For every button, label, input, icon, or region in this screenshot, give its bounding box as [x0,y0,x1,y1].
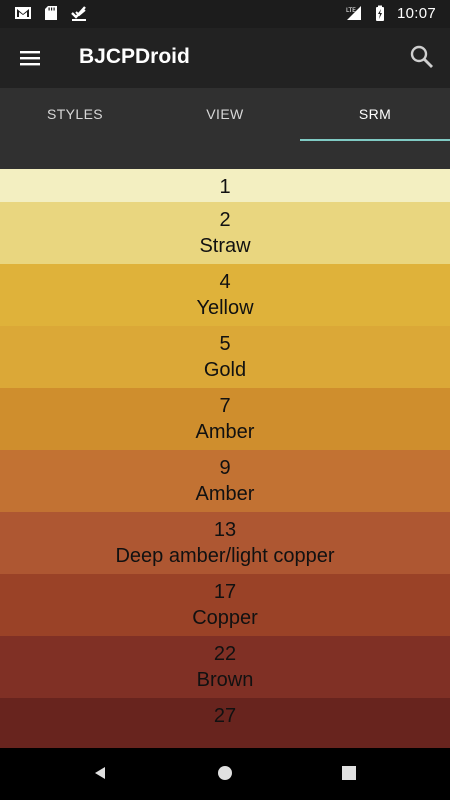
tab-view[interactable]: VIEW [150,88,300,141]
home-circle-icon[interactable] [217,765,233,781]
srm-swatch-27: 27 [0,698,450,748]
status-bar: LTE 10:07 [0,0,450,28]
battery-charging-icon [375,5,384,21]
srm-color-name: Amber [195,421,255,443]
srm-scroll-area[interactable]: 1 2 Straw 4 Yellow 5 Gold 7 Amber 9 Ambe… [0,141,450,748]
srm-value: 4 [219,271,231,293]
search-icon[interactable] [408,43,436,71]
srm-color-name: Amber [195,483,255,505]
app-bar: BJCPDroid [0,28,450,88]
app-title: BJCPDroid [79,45,190,68]
navigation-bar [0,748,450,800]
srm-value: 1 [219,176,231,198]
srm-color-name: Copper [192,607,258,629]
srm-swatch-1: 1 [0,169,450,202]
srm-list: 1 2 Straw 4 Yellow 5 Gold 7 Amber 9 Ambe… [0,169,450,748]
srm-value: 17 [213,581,237,603]
srm-swatch-13: 13 Deep amber/light copper [0,512,450,574]
status-time: 10:07 [396,4,436,22]
srm-value: 27 [213,705,237,727]
notification-icons [14,4,88,22]
tab-bar: STYLES VIEW SRM [0,88,450,141]
srm-color-name: Gold [203,359,247,381]
back-triangle-icon[interactable] [92,765,108,781]
srm-value: 2 [219,209,231,231]
srm-swatch-5: 5 Gold [0,326,450,388]
recents-square-icon[interactable] [342,766,356,780]
srm-color-name: Yellow [196,297,254,319]
srm-color-name: Brown [196,669,254,691]
srm-swatch-9: 9 Amber [0,450,450,512]
srm-value: 13 [213,519,237,541]
lte-signal-icon: LTE [346,6,361,20]
srm-value: 9 [219,457,231,479]
tab-styles[interactable]: STYLES [0,88,150,141]
srm-value: 22 [213,643,237,665]
srm-color-name: Deep amber/light copper [115,545,335,567]
system-status: LTE 10:07 [345,4,436,22]
srm-swatch-22: 22 Brown [0,636,450,698]
tab-srm[interactable]: SRM [300,88,450,141]
srm-value: 7 [219,395,231,417]
gmail-icon [15,7,31,19]
srm-swatch-7: 7 Amber [0,388,450,450]
srm-value: 5 [219,333,231,355]
download-check-icon [71,6,86,21]
srm-color-name: Straw [199,235,251,257]
hamburger-menu-icon[interactable] [16,44,44,72]
srm-swatch-2: 2 Straw [0,202,450,264]
svg-text:LTE: LTE [346,7,356,14]
srm-swatch-17: 17 Copper [0,574,450,636]
sd-card-icon [45,6,57,20]
srm-swatch-4: 4 Yellow [0,264,450,326]
